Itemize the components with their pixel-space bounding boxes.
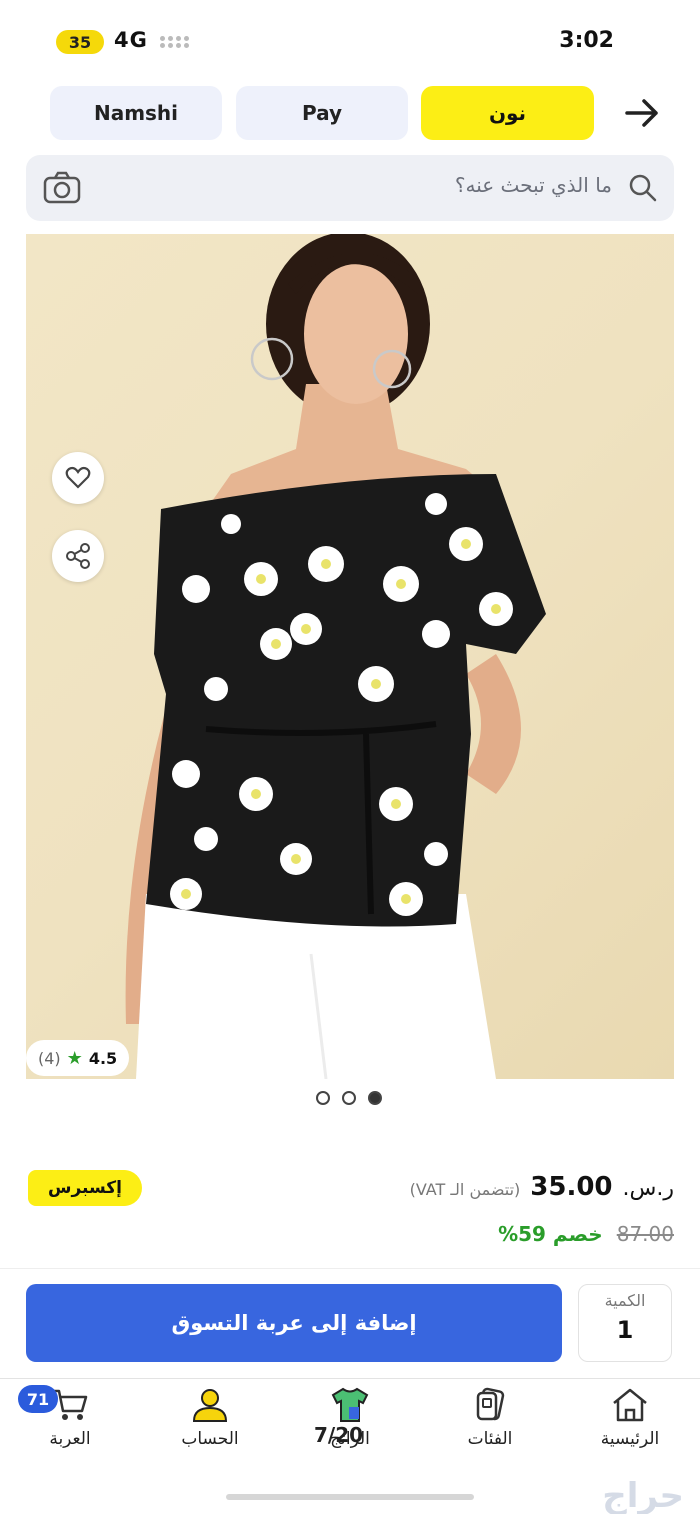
tab-noon[interactable]: نون — [421, 86, 594, 140]
quantity-value[interactable]: 1 — [579, 1316, 671, 1344]
signal-icon — [160, 36, 190, 48]
arrow-right-icon[interactable] — [622, 96, 662, 130]
price: 35.00 — [530, 1172, 613, 1202]
pager-dot-active[interactable] — [368, 1091, 382, 1105]
store-tabs: Namshi Pay نون — [0, 86, 700, 140]
nav-categories[interactable]: الفئات — [430, 1387, 550, 1449]
quantity-label: الكمية — [604, 1291, 646, 1310]
battery-indicator: 35 — [56, 30, 104, 54]
tab-pay[interactable]: Pay — [236, 86, 408, 140]
rating-value: 4.5 — [88, 1048, 118, 1068]
rating-badge[interactable]: (4) ★ 4.5 — [26, 1040, 130, 1076]
nav-home-label: الرئيسية — [600, 1429, 660, 1449]
nav-categories-label: الفئات — [467, 1429, 513, 1449]
old-price: 87.00 — [616, 1222, 674, 1246]
vat-note: (تتضمن الـ VAT) — [409, 1180, 521, 1199]
star-icon: ★ — [66, 1047, 83, 1069]
nav-cart-label: العربة — [49, 1429, 91, 1449]
add-to-cart-button[interactable]: إضافة إلى عربة التسوق — [26, 1284, 562, 1362]
trending-shirt-icon — [331, 1387, 369, 1422]
search-bar[interactable]: ما الذي تبحث عنه؟ — [26, 155, 674, 221]
currency: ر.س. — [622, 1176, 674, 1201]
image-counter: 7/20 — [314, 1423, 364, 1447]
heart-icon — [65, 466, 91, 489]
pager-dot[interactable] — [316, 1091, 330, 1105]
tab-namshi[interactable]: Namshi — [50, 86, 222, 140]
discount-label: خصم 59% — [498, 1222, 603, 1246]
nav-home[interactable]: الرئيسية — [570, 1387, 690, 1449]
share-button[interactable] — [52, 530, 104, 582]
categories-icon — [476, 1387, 505, 1421]
express-badge: إكسبرس — [28, 1170, 142, 1206]
watermark-logo: حراج — [602, 1476, 684, 1514]
pager-dot[interactable] — [342, 1091, 356, 1105]
home-icon — [613, 1388, 647, 1422]
favorite-button[interactable] — [52, 452, 104, 504]
quantity-selector[interactable]: الكمية 1 — [578, 1284, 672, 1362]
clock: 3:02 — [559, 28, 614, 53]
nav-account-label: الحساب — [181, 1429, 239, 1449]
image-pager — [316, 1091, 382, 1105]
status-bar: 35 4G 3:02 — [0, 0, 700, 80]
discount-row: 87.00 خصم 59% — [498, 1222, 674, 1246]
share-icon — [66, 543, 90, 569]
search-icon — [629, 174, 657, 202]
account-icon — [192, 1389, 228, 1422]
camera-icon[interactable] — [42, 170, 82, 206]
divider — [0, 1268, 700, 1269]
cart-count-badge: 71 — [18, 1385, 58, 1413]
nav-account[interactable]: الحساب — [150, 1387, 270, 1449]
home-indicator[interactable] — [226, 1494, 474, 1500]
product-photo-model — [125, 234, 546, 1079]
network-label: 4G — [114, 28, 148, 52]
rating-count: (4) — [38, 1048, 61, 1068]
search-input[interactable]: ما الذي تبحث عنه؟ — [455, 173, 612, 197]
price-row: ر.س. 35.00 (تتضمن الـ VAT) — [410, 1172, 674, 1202]
product-image[interactable] — [26, 234, 674, 1079]
